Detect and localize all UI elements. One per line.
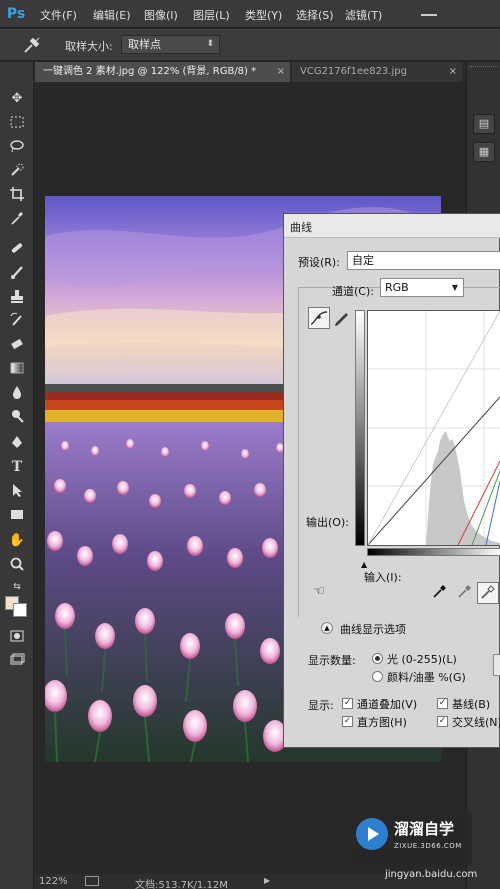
white-eyedropper-icon[interactable] (477, 582, 499, 604)
status-info-icon (85, 876, 99, 886)
eyedropper-icon[interactable] (8, 210, 26, 228)
stamp-icon[interactable] (8, 288, 26, 306)
marquee-icon[interactable] (8, 114, 26, 132)
menu-select[interactable]: 选择(S) (296, 7, 334, 23)
tab-label: VCG2176f1ee823.jpg (300, 66, 407, 77)
minimize-button[interactable] (412, 4, 446, 24)
channel-select[interactable]: RGB ▼ (380, 278, 464, 297)
sample-size-select[interactable]: 取样点 ⬍ (121, 35, 220, 54)
black-point-slider-icon[interactable]: ▲ (361, 560, 367, 569)
sample-size-value: 取样点 (128, 38, 161, 51)
intersection-line-checkbox[interactable]: ✓ (437, 716, 448, 727)
input-label: 输入(I): (364, 571, 402, 584)
type-icon[interactable]: T (8, 458, 26, 476)
options-bar: 取样大小: 取样点 ⬍ (0, 29, 500, 61)
light-radio[interactable] (372, 653, 383, 664)
pigment-option-label: 颜料/油墨 %(G) (387, 671, 466, 684)
menu-layer[interactable]: 图层(L) (193, 7, 230, 23)
baseline-label: 基线(B) (452, 698, 491, 711)
channel-overlays-label: 通道叠加(V) (357, 698, 418, 711)
rectangle-icon[interactable] (8, 506, 26, 524)
sample-size-label: 取样大小: (65, 40, 113, 53)
history-brush-icon[interactable] (8, 312, 26, 330)
output-gradient-bar (355, 310, 365, 546)
dodge-icon[interactable] (8, 408, 26, 426)
close-icon[interactable]: × (277, 62, 285, 82)
document-tabs: 一键调色 2 素材.jpg @ 122% (背景, RGB/8) * × VCG… (35, 62, 465, 82)
healing-icon[interactable] (8, 240, 26, 258)
watermark-url: ZIXUE.3D66.COM (394, 842, 462, 850)
curve-display-options-toggle[interactable]: 曲线显示选项 (340, 621, 406, 637)
tools-panel: ✥ T ✋ ⇆ (0, 62, 34, 889)
channel-value: RGB (385, 281, 409, 294)
tab-document-active[interactable]: 一键调色 2 素材.jpg @ 122% (背景, RGB/8) * × (35, 62, 290, 82)
lasso-icon[interactable] (8, 138, 26, 156)
quick-select-icon[interactable] (8, 162, 26, 180)
histogram-checkbox[interactable]: ✓ (342, 716, 353, 727)
eyedropper-icon[interactable] (20, 35, 42, 55)
watermark: 溜溜自学 ZIXUE.3D66.COM (350, 810, 472, 866)
light-option-label: 光 (0-255)(L) (387, 653, 457, 666)
menu-edit[interactable]: 编辑(E) (93, 7, 131, 23)
pencil-icon[interactable] (331, 307, 353, 329)
preset-value: 自定 (352, 254, 374, 267)
panel-toggle-icon[interactable]: ▦ (473, 142, 495, 162)
gradient-icon[interactable] (8, 360, 26, 378)
curves-dialog: 曲线 预设(R): 自定 通道(C): RGB ▼ ▲ 输出(O): 输入(I)… (283, 213, 500, 748)
gray-eyedropper-icon[interactable] (454, 582, 476, 604)
menu-image[interactable]: 图像(I) (144, 7, 178, 23)
baseline-checkbox[interactable]: ✓ (437, 698, 448, 709)
intersection-line-label: 交叉线(N) (452, 716, 500, 729)
dock-grip[interactable] (470, 66, 498, 74)
output-label: 输出(O): (306, 516, 349, 529)
brush-icon[interactable] (8, 264, 26, 282)
input-gradient-bar (367, 548, 500, 556)
status-menu-arrow-icon[interactable]: ▶ (264, 876, 270, 885)
preset-label: 预设(R): (298, 256, 340, 269)
on-image-adjust-icon[interactable]: ☜ (308, 582, 330, 604)
panel-toggle-icon[interactable]: ▤ (473, 114, 495, 134)
photoshop-logo: Ps (6, 6, 26, 22)
move-icon[interactable]: ✥ (8, 90, 26, 108)
show-label: 显示: (308, 699, 334, 712)
curve-edit-points-icon[interactable] (308, 307, 330, 329)
tab-document-second[interactable]: VCG2176f1ee823.jpg × (292, 62, 462, 82)
dialog-title: 曲线 (290, 221, 312, 234)
menu-file[interactable]: 文件(F) (40, 7, 77, 23)
blur-icon[interactable] (8, 384, 26, 402)
swap-colors-icon[interactable]: ⇆ (8, 578, 26, 596)
black-eyedropper-icon[interactable] (429, 582, 451, 604)
watermark-logo-icon (356, 818, 388, 850)
zoom-level[interactable]: 122% (39, 876, 68, 887)
watermark-title: 溜溜自学 (394, 820, 455, 838)
menu-filter[interactable]: 滤镜(T) (345, 7, 382, 23)
zoom-icon[interactable] (8, 556, 26, 574)
close-icon[interactable]: × (449, 62, 457, 82)
curves-titlebar[interactable]: 曲线 (284, 214, 500, 238)
menu-bar: Ps 文件(F) 编辑(E) 图像(I) 图层(L) 类型(Y) 选择(S) 滤… (0, 0, 500, 28)
pen-icon[interactable] (8, 434, 26, 452)
quick-mask-icon[interactable] (8, 628, 26, 646)
background-color-swatch[interactable] (13, 603, 27, 617)
curves-graph[interactable] (367, 310, 500, 546)
chevron-updown-icon: ⬍ (206, 39, 214, 49)
show-amount-label: 显示数量: (308, 654, 356, 667)
path-select-icon[interactable] (8, 482, 26, 500)
channel-overlays-checkbox[interactable]: ✓ (342, 698, 353, 709)
eraser-icon[interactable] (8, 336, 26, 354)
watermark-site: jingyan.baidu.com (385, 869, 478, 880)
chevron-down-icon: ▼ (451, 283, 458, 292)
tab-label: 一键调色 2 素材.jpg @ 122% (背景, RGB/8) * (43, 66, 257, 77)
histogram-label: 直方图(H) (357, 716, 407, 729)
preset-select[interactable]: 自定 (347, 251, 500, 270)
grid-size-button[interactable] (493, 654, 500, 676)
channel-label: 通道(C): (332, 285, 374, 298)
document-size: 文档:513.7K/1.12M (135, 880, 228, 889)
crop-icon[interactable] (8, 186, 26, 204)
menu-type[interactable]: 类型(Y) (245, 7, 282, 23)
screen-mode-icon[interactable] (8, 652, 26, 670)
hand-icon[interactable]: ✋ (8, 532, 26, 550)
chevron-up-icon[interactable]: ▲ (321, 622, 333, 634)
pigment-radio[interactable] (372, 671, 383, 682)
